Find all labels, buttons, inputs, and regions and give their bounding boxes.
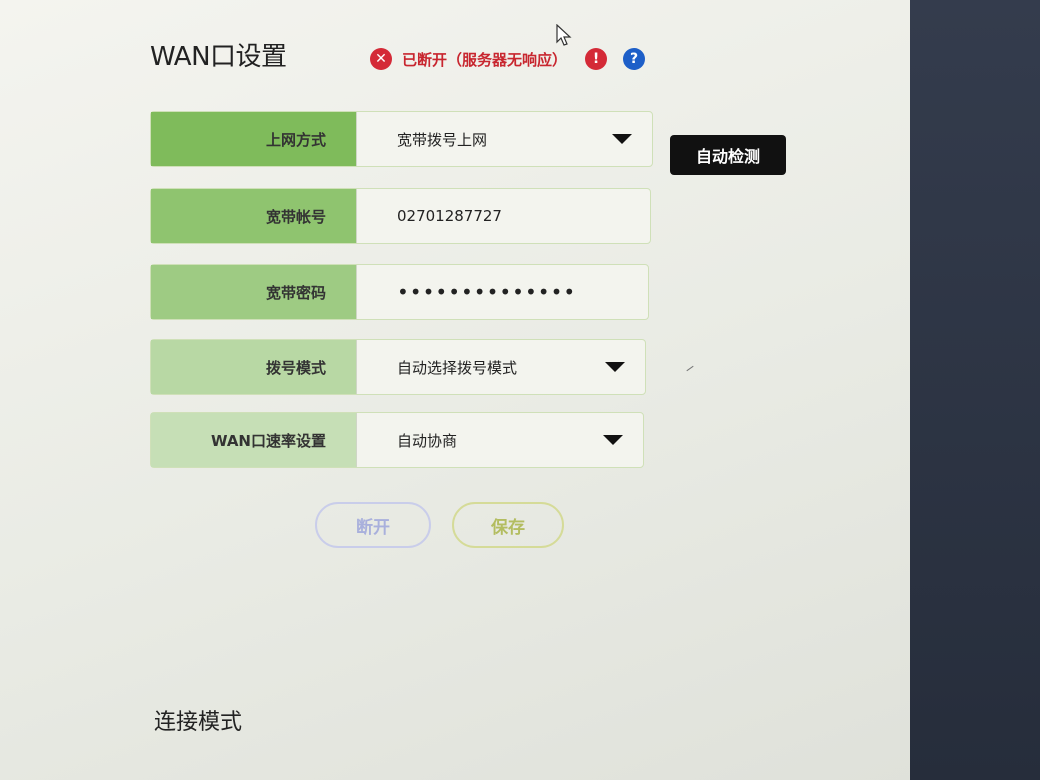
chevron-down-icon[interactable] bbox=[612, 134, 632, 144]
dial-mode-label: 拨号模式 bbox=[151, 340, 357, 394]
wan-speed-row: WAN口速率设置 自动协商 bbox=[150, 412, 644, 468]
connection-mode-section-title: 连接模式 bbox=[154, 710, 243, 735]
screen-mark bbox=[686, 365, 694, 372]
close-circle-icon: ✕ bbox=[370, 48, 392, 70]
password-input[interactable]: •••••••••••••• bbox=[357, 265, 648, 319]
connection-type-label: 上网方式 bbox=[151, 112, 357, 166]
status-text: 已断开（服务器无响应） bbox=[402, 50, 568, 69]
mouse-cursor-icon bbox=[556, 24, 572, 46]
wan-speed-value: 自动协商 bbox=[397, 431, 458, 450]
password-row: 宽带密码 •••••••••••••• bbox=[150, 264, 649, 320]
connection-type-select[interactable]: 宽带拨号上网 bbox=[357, 112, 652, 166]
connection-type-value: 宽带拨号上网 bbox=[397, 130, 488, 149]
background-surface bbox=[910, 0, 1040, 780]
connection-type-row: 上网方式 宽带拨号上网 bbox=[150, 111, 653, 167]
dial-mode-row: 拨号模式 自动选择拨号模式 bbox=[150, 339, 646, 395]
exclamation-icon[interactable]: ! bbox=[585, 48, 608, 70]
dial-mode-select[interactable]: 自动选择拨号模式 bbox=[357, 340, 645, 394]
connection-status: ✕ 已断开（服务器无响应） ! ? bbox=[370, 48, 646, 70]
dial-mode-value: 自动选择拨号模式 bbox=[397, 358, 518, 377]
account-label: 宽带帐号 bbox=[151, 189, 357, 243]
chevron-down-icon[interactable] bbox=[603, 435, 623, 445]
page-title: WAN口设置 bbox=[150, 42, 287, 72]
wan-speed-select[interactable]: 自动协商 bbox=[357, 413, 643, 467]
chevron-down-icon[interactable] bbox=[605, 362, 625, 372]
disconnect-button[interactable]: 断开 bbox=[315, 502, 431, 548]
auto-detect-button[interactable]: 自动检测 bbox=[670, 135, 786, 175]
password-label: 宽带密码 bbox=[151, 265, 357, 319]
help-icon[interactable]: ? bbox=[623, 48, 646, 70]
password-value: •••••••••••••• bbox=[397, 280, 577, 304]
router-admin-screen: WAN口设置 ✕ 已断开（服务器无响应） ! ? 上网方式 宽带拨号上网 自动检… bbox=[0, 0, 930, 780]
account-input[interactable]: 02701287727 bbox=[357, 189, 650, 243]
account-value: 02701287727 bbox=[397, 207, 502, 225]
save-button[interactable]: 保存 bbox=[452, 502, 564, 548]
account-row: 宽带帐号 02701287727 bbox=[150, 188, 651, 244]
wan-speed-label: WAN口速率设置 bbox=[151, 413, 357, 467]
